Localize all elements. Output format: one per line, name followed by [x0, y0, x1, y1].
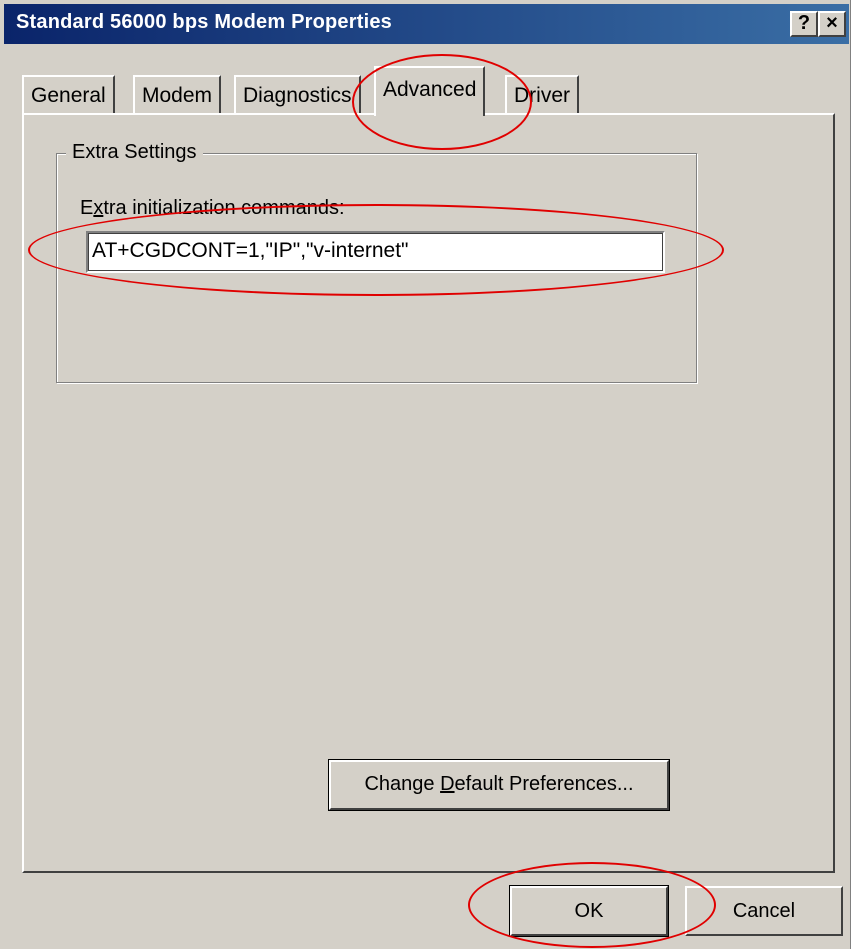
modem-properties-dialog: Standard 56000 bps Modem Properties ? × … [0, 0, 851, 949]
extra-settings-title: Extra Settings [66, 141, 203, 164]
title-bar[interactable]: Standard 56000 bps Modem Properties ? × [4, 4, 849, 44]
help-icon[interactable]: ? [790, 11, 818, 37]
extra-init-commands-label: Extra initialization commands: [80, 197, 345, 219]
tab-driver[interactable]: Driver [505, 75, 579, 115]
tab-advanced[interactable]: Advanced [374, 66, 486, 116]
cancel-button[interactable]: Cancel [685, 886, 843, 936]
tab-diagnostics[interactable]: Diagnostics [234, 75, 361, 115]
tab-general[interactable]: General [22, 75, 115, 115]
tab-modem[interactable]: Modem [133, 75, 222, 115]
close-icon[interactable]: × [818, 11, 846, 37]
ok-button[interactable]: OK [509, 885, 669, 937]
change-default-preferences-button[interactable]: Change Default Preferences... [328, 759, 670, 811]
extra-init-commands-input[interactable]: AT+CGDCONT=1,"IP","v-internet" [86, 231, 665, 273]
window-title: Standard 56000 bps Modem Properties [16, 11, 393, 33]
advanced-tab-panel: Extra Settings Extra initialization comm… [22, 113, 835, 873]
